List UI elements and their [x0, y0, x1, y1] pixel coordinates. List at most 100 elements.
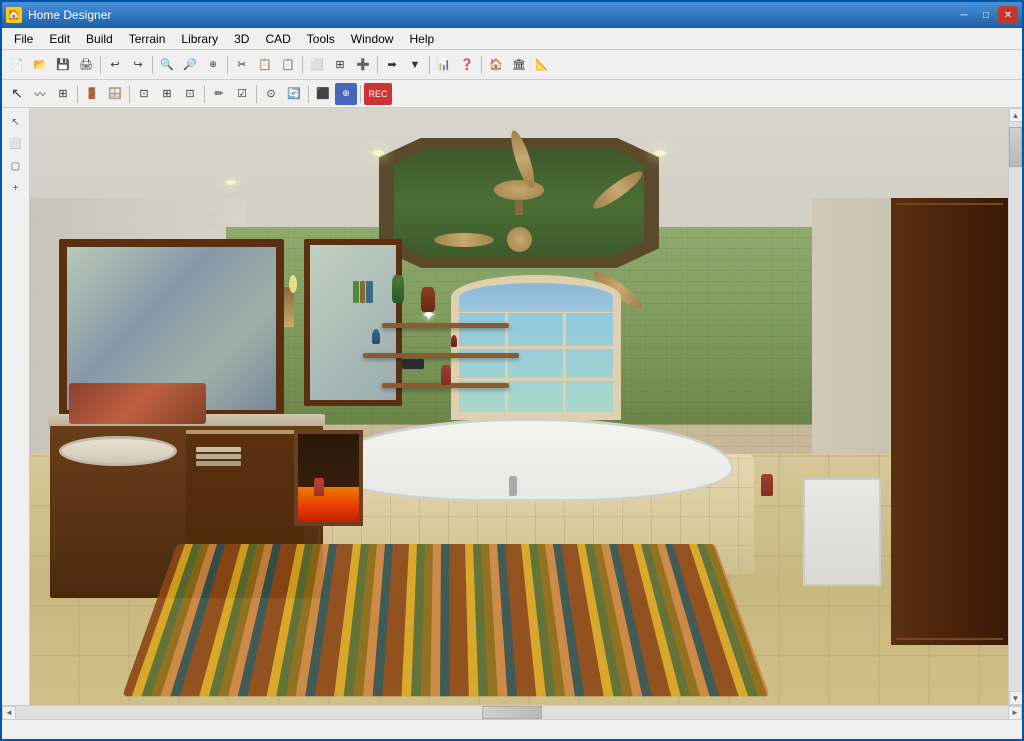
copy-button[interactable]: 📋 [254, 54, 276, 76]
new-button[interactable]: 📄 [6, 54, 28, 76]
toolbar-secondary: ↖ 〰 ⊞ 🚪 🪟 ⊡ ⊞ ⊡ ✏ ☑ ⊙ 🔄 ⬛ ⊕ REC [2, 80, 1022, 108]
vase-small [441, 365, 451, 385]
minimize-button[interactable]: ─ [954, 6, 974, 24]
cut-button[interactable]: ✂ [231, 54, 253, 76]
title-bar: 🏠 Home Designer ─ □ ✕ [2, 2, 1022, 28]
help-button[interactable]: ❓ [456, 54, 478, 76]
wall-button[interactable]: 〰 [29, 83, 51, 105]
rotate-button[interactable]: 🔄 [283, 83, 305, 105]
fill-button[interactable]: ⬛ [312, 83, 334, 105]
zoom-fit-button[interactable]: ⊕ [202, 54, 224, 76]
view3d-button[interactable]: 🏠 [485, 54, 507, 76]
door-button[interactable]: 🚪 [81, 83, 103, 105]
towel-2 [196, 454, 241, 459]
main-window: 🏠 Home Designer ─ □ ✕ File Edit Build Te… [0, 0, 1024, 741]
add-button[interactable]: ➕ [352, 54, 374, 76]
maximize-button[interactable]: □ [976, 6, 996, 24]
book-3 [366, 281, 373, 303]
cabinet-door-r1 [896, 203, 1003, 205]
fan-canopy [494, 180, 544, 200]
scroll-track-v[interactable] [1009, 122, 1022, 691]
window-divider-h1 [459, 346, 613, 349]
print-button[interactable]: 🖨 [75, 54, 97, 76]
text-button[interactable]: ☑ [231, 83, 253, 105]
shelf-1 [382, 323, 509, 328]
save-button[interactable]: 💾 [52, 54, 74, 76]
scrollbar-vertical: ▲ ▼ [1008, 108, 1022, 705]
scroll-thumb-h[interactable] [482, 706, 542, 719]
scrollbar-horizontal: ◄ ► [2, 705, 1022, 719]
menu-window[interactable]: Window [343, 30, 402, 48]
scroll-right-button[interactable]: ► [1008, 706, 1022, 720]
roof-button[interactable]: ⊞ [156, 83, 178, 105]
dimension-button[interactable]: ✏ [208, 83, 230, 105]
select-button[interactable]: ⬜ [306, 54, 328, 76]
shelf-device [402, 359, 424, 369]
cursor-button[interactable]: ↖ [6, 83, 28, 105]
sink-left [59, 436, 176, 466]
dropdown-btn[interactable]: ▼ [404, 54, 426, 76]
separator [152, 56, 153, 74]
candle-1 [314, 478, 324, 496]
crosshair-button[interactable]: ⊞ [329, 54, 351, 76]
left-tool-1[interactable]: ↖ [6, 112, 26, 132]
plan-button[interactable]: 🏛 [508, 54, 530, 76]
left-tool-4[interactable]: + [6, 178, 26, 198]
separator [360, 85, 361, 103]
rug [122, 544, 770, 697]
left-tool-2[interactable]: ⬜ [6, 134, 26, 154]
scroll-track-h[interactable] [16, 706, 1008, 719]
menu-library[interactable]: Library [173, 30, 226, 48]
separator [377, 56, 378, 74]
left-tool-3[interactable]: ▢ [6, 156, 26, 176]
arrow-button[interactable]: ➡ [381, 54, 403, 76]
recessed-light-1 [372, 150, 384, 156]
menu-file[interactable]: File [6, 30, 41, 48]
roof2-button[interactable]: ⊡ [179, 83, 201, 105]
redo-button[interactable]: ↪ [127, 54, 149, 76]
zoom-in-button[interactable]: 🔍 [156, 54, 178, 76]
menu-terrain[interactable]: Terrain [121, 30, 174, 48]
status-bar [2, 719, 1022, 739]
open-button[interactable]: 📂 [29, 54, 51, 76]
separator [77, 85, 78, 103]
menu-cad[interactable]: CAD [257, 30, 298, 48]
window-button[interactable]: 🪟 [104, 83, 126, 105]
rec-button[interactable]: REC [364, 83, 392, 105]
menu-bar: File Edit Build Terrain Library 3D CAD T… [2, 28, 1022, 50]
paste-button[interactable]: 📋 [277, 54, 299, 76]
scroll-down-button[interactable]: ▼ [1009, 691, 1023, 705]
separator [302, 56, 303, 74]
separator [429, 56, 430, 74]
towels [196, 447, 241, 466]
color-button[interactable]: ⊕ [335, 83, 357, 105]
window-divider-v1 [505, 313, 508, 412]
scroll-thumb-v[interactable] [1009, 127, 1022, 167]
undo-button[interactable]: ↩ [104, 54, 126, 76]
fan-blade-1 [434, 233, 494, 247]
chart-button[interactable]: 📊 [433, 54, 455, 76]
scroll-up-button[interactable]: ▲ [1009, 108, 1023, 122]
menu-3d[interactable]: 3D [226, 30, 257, 48]
menu-help[interactable]: Help [401, 30, 442, 48]
app-icon: 🏠 [6, 7, 22, 23]
scroll-left-button[interactable]: ◄ [2, 706, 16, 720]
window-main [451, 313, 621, 420]
room-button[interactable]: ⊞ [52, 83, 74, 105]
menu-build[interactable]: Build [78, 30, 121, 48]
3d-scene: ✦ [30, 108, 1008, 705]
menu-edit[interactable]: Edit [41, 30, 78, 48]
viewport[interactable]: ✦ [30, 108, 1008, 705]
vase-2 [421, 287, 435, 312]
separator [308, 85, 309, 103]
circle-button[interactable]: ⊙ [260, 83, 282, 105]
perspective-button[interactable]: 📐 [531, 54, 553, 76]
towel-1 [196, 447, 241, 452]
close-button[interactable]: ✕ [998, 6, 1018, 24]
zoom-out-button[interactable]: 🔎 [179, 54, 201, 76]
menu-tools[interactable]: Tools [299, 30, 343, 48]
separator [481, 56, 482, 74]
main-area: ↖ ⬜ ▢ + [2, 108, 1022, 705]
stair-button[interactable]: ⊡ [133, 83, 155, 105]
shelf-item-2 [451, 335, 457, 347]
